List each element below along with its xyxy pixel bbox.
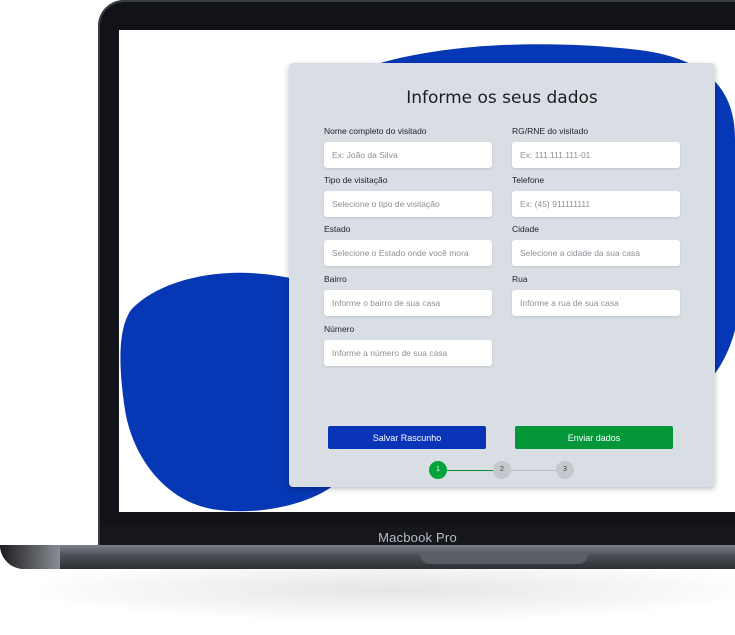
field-numero: Número — [324, 324, 492, 366]
field-estado: Estado — [324, 224, 492, 266]
laptop-notch — [420, 552, 588, 564]
field-telefone: Telefone — [512, 175, 680, 217]
form-card: Informe os seus dados Nome completo do v… — [289, 63, 715, 487]
field-bairro: Bairro — [324, 274, 492, 316]
field-estado-label: Estado — [324, 224, 351, 234]
laptop-base-edge — [0, 545, 60, 569]
cidade-select[interactable] — [512, 240, 680, 266]
tipo-select[interactable] — [324, 191, 492, 217]
field-tipo-label: Tipo de visitação — [324, 175, 388, 185]
field-rua-label: Rua — [512, 274, 528, 284]
field-rg: RG/RNE do visitado — [512, 126, 680, 168]
field-bairro-label: Bairro — [324, 274, 347, 284]
save-draft-button[interactable]: Salvar Rascunho — [328, 426, 486, 449]
field-telefone-label: Telefone — [512, 175, 545, 185]
telefone-input[interactable] — [512, 191, 680, 217]
field-tipo: Tipo de visitação — [324, 175, 492, 217]
field-cidade: Cidade — [512, 224, 680, 266]
step-1[interactable]: 1 — [429, 461, 447, 479]
device-label: Macbook Pro — [378, 530, 457, 545]
step-2[interactable]: 2 — [493, 461, 511, 479]
bairro-input[interactable] — [324, 290, 492, 316]
field-nome: Nome completo do visitado — [324, 126, 492, 168]
field-cidade-label: Cidade — [512, 224, 539, 234]
field-numero-label: Número — [324, 324, 355, 334]
nome-input[interactable] — [324, 142, 492, 168]
laptop-screen: Informe os seus dados Nome completo do v… — [119, 30, 735, 512]
rua-input[interactable] — [512, 290, 680, 316]
form-title: Informe os seus dados — [406, 88, 598, 108]
progress-stepper: 1 2 3 — [429, 461, 579, 481]
rg-input[interactable] — [512, 142, 680, 168]
field-rg-label: RG/RNE do visitado — [512, 126, 589, 136]
estado-select[interactable] — [324, 240, 492, 266]
step-3[interactable]: 3 — [556, 461, 574, 479]
field-nome-label: Nome completo do visitado — [324, 126, 427, 136]
numero-input[interactable] — [324, 340, 492, 366]
laptop-shadow — [40, 560, 735, 620]
laptop-base — [0, 545, 735, 569]
field-rua: Rua — [512, 274, 680, 316]
send-data-button[interactable]: Enviar dados — [515, 426, 673, 449]
